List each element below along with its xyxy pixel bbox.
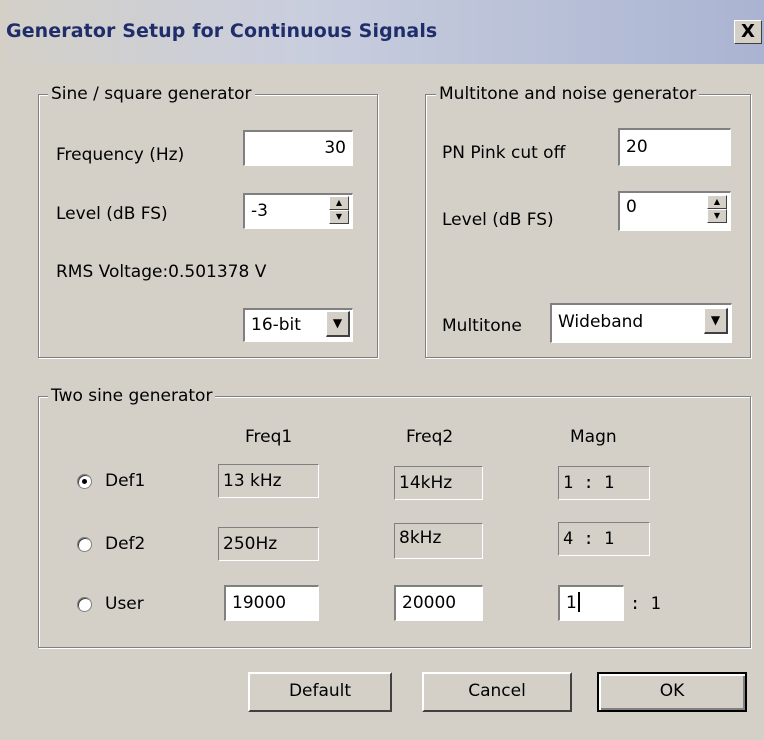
freq2-header: Freq2 xyxy=(406,427,454,447)
level-spin-down-button[interactable]: ▼ xyxy=(329,210,349,224)
window-title: Generator Setup for Continuous Signals xyxy=(6,20,438,42)
user-freq2-input[interactable]: 20000 xyxy=(394,585,483,621)
def1-freq1-value: 13 kHz xyxy=(218,464,319,498)
noise-level-spin-up-button[interactable]: ▲ xyxy=(707,195,727,209)
def1-label[interactable]: Def1 xyxy=(105,471,145,491)
rms-voltage-text: RMS Voltage:0.501378 V xyxy=(56,262,267,282)
user-label[interactable]: User xyxy=(105,594,144,614)
noise-level-spin-down-button[interactable]: ▼ xyxy=(707,209,727,223)
noise-level-label: Level (dB FS) xyxy=(442,210,554,230)
frequency-input[interactable]: 30 xyxy=(243,130,353,166)
close-button[interactable]: X xyxy=(734,20,762,44)
pn-pink-label: PN Pink cut off xyxy=(442,143,566,163)
chevron-down-icon: ▼ xyxy=(332,316,343,330)
user-magn-input[interactable]: 1 xyxy=(558,585,624,621)
spin-down-icon: ▼ xyxy=(713,211,721,220)
magn-header: Magn xyxy=(570,427,617,447)
level-label: Level (dB FS) xyxy=(56,204,168,224)
two-sine-legend: Two sine generator xyxy=(48,386,216,406)
def1-freq2-value: 14kHz xyxy=(394,466,483,500)
user-radio[interactable] xyxy=(77,597,92,612)
def2-freq2-value: 8kHz xyxy=(394,523,483,559)
multitone-label: Multitone xyxy=(442,316,522,336)
chevron-down-icon: ▼ xyxy=(710,313,721,327)
def2-freq1-value: 250Hz xyxy=(218,527,319,561)
def1-magn-value: 1 : 1 xyxy=(558,466,650,500)
close-icon: X xyxy=(741,21,755,42)
multitone-legend: Multitone and noise generator xyxy=(436,84,700,104)
pn-pink-input[interactable]: 20 xyxy=(618,128,731,166)
def2-label[interactable]: Def2 xyxy=(105,534,145,554)
def2-radio[interactable] xyxy=(77,537,92,552)
text-cursor xyxy=(577,592,580,612)
bitdepth-dropdown-button[interactable]: ▼ xyxy=(326,311,350,337)
freq1-header: Freq1 xyxy=(245,427,293,447)
spin-down-icon: ▼ xyxy=(335,212,343,221)
default-button[interactable]: Default xyxy=(248,672,392,712)
sine-square-legend: Sine / square generator xyxy=(48,84,255,104)
cancel-button[interactable]: Cancel xyxy=(422,672,572,712)
radio-selected-dot xyxy=(82,479,87,484)
spin-up-icon: ▲ xyxy=(713,197,721,206)
ok-button[interactable]: OK xyxy=(597,672,747,712)
frequency-label: Frequency (Hz) xyxy=(56,145,185,165)
user-magn-suffix: : 1 xyxy=(630,594,661,614)
level-spin-up-button[interactable]: ▲ xyxy=(329,196,349,210)
def2-magn-value: 4 : 1 xyxy=(558,522,650,556)
def1-radio[interactable] xyxy=(77,474,92,489)
user-freq1-input[interactable]: 19000 xyxy=(224,585,319,621)
spin-up-icon: ▲ xyxy=(335,198,343,207)
multitone-dropdown-button[interactable]: ▼ xyxy=(704,308,728,334)
